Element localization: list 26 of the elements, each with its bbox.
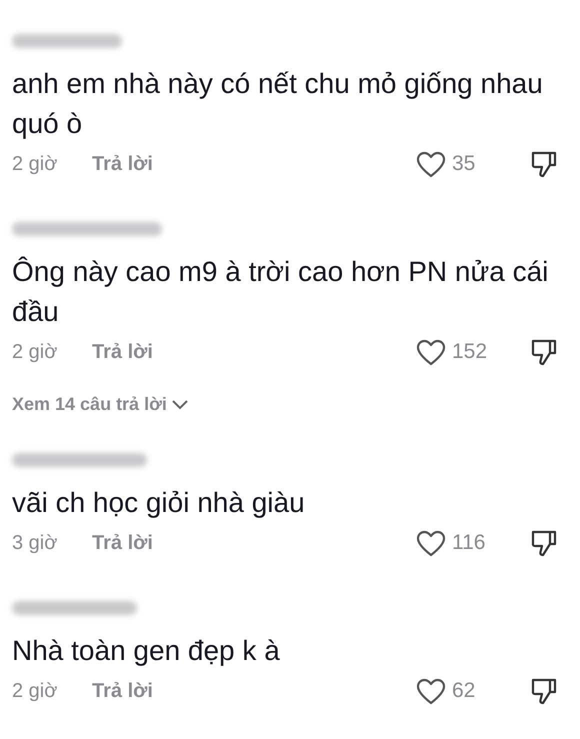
thumbs-down-icon[interactable] <box>530 150 558 178</box>
comment-text: Ông này cao m9 à trời cao hơn PN nửa cái đầu <box>12 255 550 329</box>
like-count: 62 <box>452 679 476 703</box>
like-count: 152 <box>452 340 488 364</box>
like-count: 116 <box>452 531 486 555</box>
thumbs-down-icon[interactable] <box>530 529 558 557</box>
heart-icon[interactable] <box>416 678 446 704</box>
reply-link[interactable]: Trả lời <box>92 340 153 364</box>
heart-icon[interactable] <box>416 150 446 178</box>
heart-icon[interactable] <box>416 338 446 366</box>
heart-icon[interactable] <box>416 530 446 556</box>
comment-time: 2 giờ <box>12 340 58 364</box>
view-replies-link[interactable]: Xem 14 câu trả lời <box>12 394 568 415</box>
like-count: 35 <box>452 152 476 176</box>
reply-link[interactable]: Trả lời <box>92 680 153 702</box>
chevron-down-icon <box>170 398 189 410</box>
comment-text: vãi ch học giỏi nhà giàu <box>12 486 306 520</box>
comment-time: 3 giờ <box>12 532 58 554</box>
comment-time: 2 giờ <box>12 680 58 702</box>
thumbs-down-icon[interactable] <box>530 338 558 366</box>
thumbs-down-icon[interactable] <box>530 677 558 705</box>
reply-link[interactable]: Trả lời <box>92 152 153 176</box>
reply-link[interactable]: Trả lời <box>92 532 153 554</box>
comment-text: Nhà toàn gen đẹp k à <box>12 634 281 668</box>
comment-text: anh em nhà này có nết chu mỏ giống nhau quó ò <box>12 67 544 141</box>
comment-time: 2 giờ <box>12 152 58 176</box>
